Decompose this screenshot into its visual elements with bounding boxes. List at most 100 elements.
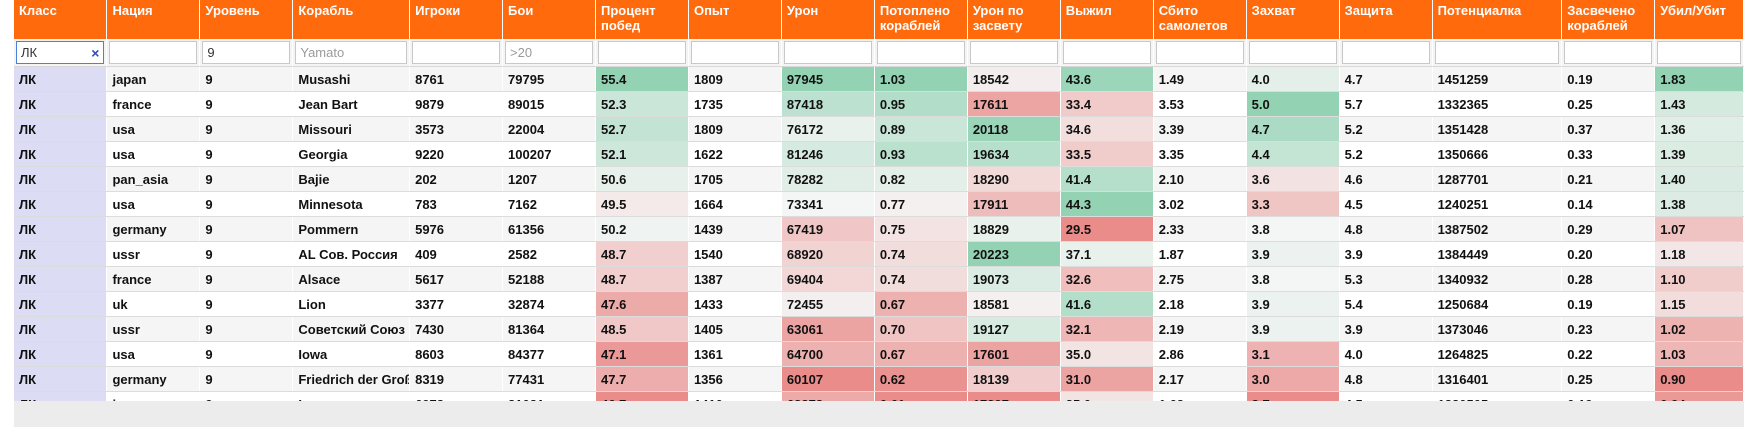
table-cell: 1250684 — [1432, 291, 1563, 317]
table-cell: ЛК — [14, 316, 108, 342]
table-cell: 1340932 — [1432, 266, 1563, 292]
column-header[interactable]: Засвечено кораблей — [1561, 0, 1656, 39]
table-cell: Musashi — [292, 66, 411, 92]
table-cell: 9 — [199, 316, 294, 342]
column-header[interactable]: Защита — [1339, 0, 1433, 39]
table-cell: 19073 — [967, 266, 1061, 292]
spot-damage-filter-input[interactable] — [969, 41, 1058, 64]
table-cell: 32874 — [502, 291, 596, 317]
table-row[interactable]: ЛК usa 9 Minnesota 783 7162 49.5 1664 73341 0.77 1… — [14, 191, 1744, 217]
table-cell: 0.93 — [874, 141, 968, 167]
table-cell: 78282 — [781, 166, 875, 192]
column-header[interactable]: Уровень — [199, 0, 294, 39]
table-cell: 68920 — [781, 241, 875, 267]
winrate-filter-input[interactable] — [598, 41, 686, 64]
ship-stats-table: Класс Нация Уровень Корабль Игроки Бои Процент… — [14, 0, 1744, 417]
table-cell: 0.21 — [1561, 166, 1656, 192]
column-header[interactable]: Процент побед — [595, 0, 689, 39]
table-cell: 1.15 — [1654, 291, 1744, 317]
column-header[interactable]: Опыт — [688, 0, 782, 39]
table-cell: 43.6 — [1060, 66, 1154, 92]
table-cell: 3.39 — [1153, 116, 1247, 142]
class-filter-input[interactable]: ЛК × — [16, 41, 105, 64]
nation-filter-input[interactable] — [109, 41, 198, 64]
table-cell: Bajie — [292, 166, 411, 192]
table-cell: Missouri — [292, 116, 411, 142]
table-cell: 5.2 — [1339, 141, 1433, 167]
table-cell: 783 — [409, 191, 504, 217]
ship-filter-input[interactable]: Yamato — [295, 41, 408, 64]
column-header[interactable]: Потоплено кораблей — [874, 0, 968, 39]
column-header[interactable]: Урон — [781, 0, 875, 39]
table-row[interactable]: ЛК france 9 Alsace 5617 52188 48.7 1387 69404 0.7… — [14, 266, 1744, 292]
table-cell: 409 — [409, 241, 504, 267]
filter-cell-planes — [1153, 39, 1247, 67]
table-cell: 1622 — [688, 141, 782, 167]
table-cell: 9220 — [409, 141, 504, 167]
column-header[interactable]: Потенциалка — [1432, 0, 1563, 39]
defense-filter-input[interactable] — [1341, 41, 1430, 64]
xp-filter-input[interactable] — [690, 41, 779, 64]
table-cell: 17601 — [967, 341, 1061, 367]
table-cell: 7430 — [409, 316, 504, 342]
table-row[interactable]: ЛК pan_asia 9 Bajie 202 1207 50.6 1705 78282 0.82… — [14, 166, 1744, 192]
spotted-filter-input[interactable] — [1564, 41, 1653, 64]
table-cell: 2.33 — [1153, 216, 1247, 242]
table-cell: 1705 — [688, 166, 782, 192]
table-cell: Georgia — [292, 141, 411, 167]
table-cell: 100207 — [502, 141, 596, 167]
tier-filter-input[interactable]: 9 — [202, 41, 291, 64]
table-cell: 3.02 — [1153, 191, 1247, 217]
column-header[interactable]: Корабль — [292, 0, 411, 39]
filter-cell-kd — [1654, 39, 1744, 67]
table-cell: ЛК — [14, 141, 108, 167]
horizontal-scrollbar[interactable] — [14, 401, 1744, 427]
table-row[interactable]: ЛК uk 9 Lion 3377 32874 47.6 1433 72455 0.67 18581… — [14, 291, 1744, 317]
table-cell: 37.1 — [1060, 241, 1154, 267]
table-row[interactable]: ЛК usa 9 Georgia 9220 100207 52.1 1622 81246 0.93… — [14, 141, 1744, 167]
table-body: ЛК japan 9 Musashi 8761 79795 55.4 1809 97945 1.0… — [14, 66, 1744, 417]
column-header[interactable]: Захват — [1246, 0, 1340, 39]
table-cell: 18290 — [967, 166, 1061, 192]
column-header[interactable]: Нация — [106, 0, 201, 39]
damage-filter-input[interactable] — [783, 41, 872, 64]
table-row[interactable]: ЛК france 9 Jean Bart 9879 89015 52.3 1735 87418… — [14, 91, 1744, 117]
column-header[interactable]: Игроки — [409, 0, 504, 39]
capture-filter-input[interactable] — [1248, 41, 1337, 64]
table-cell: 9 — [199, 66, 294, 92]
table-cell: 76172 — [781, 116, 875, 142]
table-cell: 1.43 — [1654, 91, 1744, 117]
clear-icon[interactable]: × — [91, 45, 99, 61]
planes-filter-input[interactable] — [1155, 41, 1244, 64]
table-row[interactable]: ЛК ussr 9 Советский Союз 7430 81364 48.5 1405 63… — [14, 316, 1744, 342]
table-row[interactable]: ЛК usa 9 Iowa 8603 84377 47.1 1361 64700 0.67 1760… — [14, 341, 1744, 367]
column-header[interactable]: Выжил — [1060, 0, 1154, 39]
kills-filter-input[interactable] — [876, 41, 965, 64]
table-row[interactable]: ЛК usa 9 Missouri 3573 22004 52.7 1809 76172 0.89… — [14, 116, 1744, 142]
table-cell: 9 — [199, 141, 294, 167]
filter-cell-tier: 9 — [199, 39, 294, 67]
table-cell: 0.23 — [1561, 316, 1656, 342]
table-row[interactable]: ЛК germany 9 Friedrich der Große 8319 77431 47… — [14, 366, 1744, 392]
table-cell: 4.0 — [1339, 341, 1433, 367]
column-header[interactable]: Класс — [14, 0, 108, 39]
table-cell: 1405 — [688, 316, 782, 342]
battles-filter-input[interactable]: >20 — [505, 41, 593, 64]
table-row[interactable]: ЛК ussr 9 AL Сов. Россия 409 2582 48.7 1540 6892… — [14, 241, 1744, 267]
filter-cell-spot-damage — [967, 39, 1061, 67]
table-cell: 9 — [199, 166, 294, 192]
column-header[interactable]: Бои — [502, 0, 596, 39]
survived-filter-input[interactable] — [1062, 41, 1151, 64]
table-row[interactable]: ЛК japan 9 Musashi 8761 79795 55.4 1809 97945 1.0… — [14, 66, 1744, 92]
table-cell: 0.22 — [1561, 341, 1656, 367]
column-header[interactable]: Сбито самолетов — [1153, 0, 1247, 39]
table-row[interactable]: ЛК germany 9 Pommern 5976 61356 50.2 1439 67419 0… — [14, 216, 1744, 242]
column-header[interactable]: Урон по засвету — [967, 0, 1061, 39]
kd-filter-input[interactable] — [1657, 41, 1741, 64]
table-cell: 0.75 — [874, 216, 968, 242]
table-cell: 20118 — [967, 116, 1061, 142]
table-cell: 1.03 — [874, 66, 968, 92]
column-header[interactable]: Убил/Убит — [1654, 0, 1744, 39]
potential-filter-input[interactable] — [1434, 41, 1560, 64]
players-filter-input[interactable] — [412, 41, 501, 64]
